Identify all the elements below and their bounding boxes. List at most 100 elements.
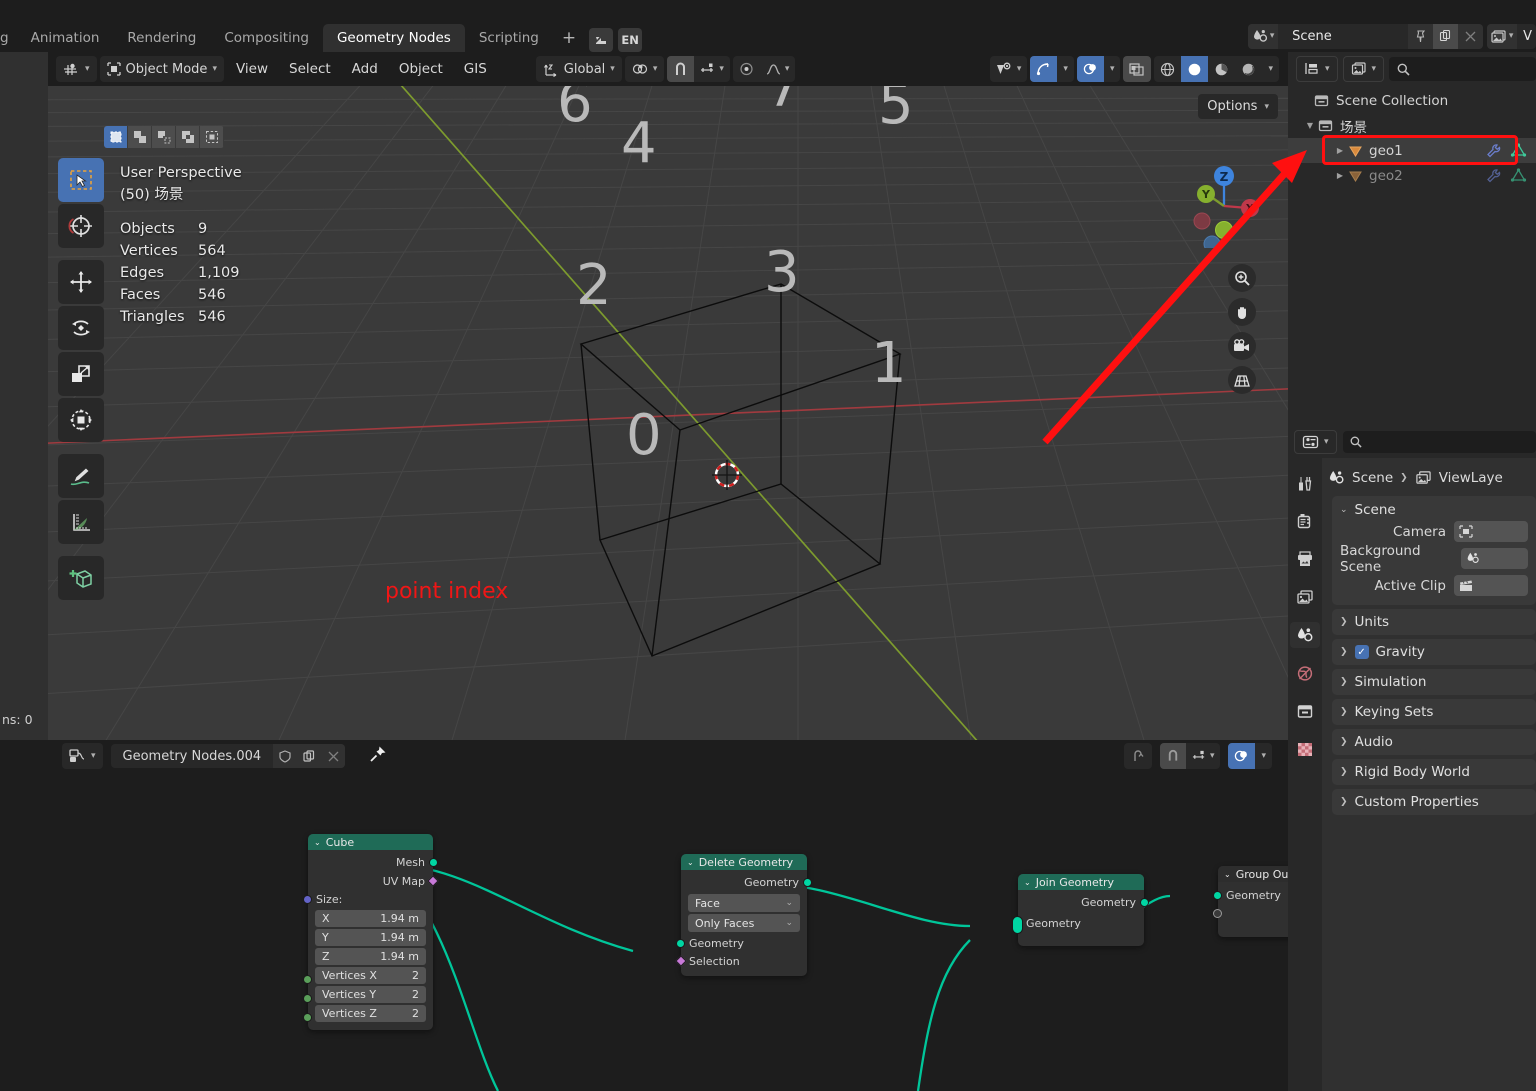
- socket-geometry-out-icon[interactable]: [803, 878, 812, 887]
- menu-add[interactable]: Add: [343, 56, 387, 82]
- properties-search-input[interactable]: [1342, 431, 1536, 453]
- chevron-right-icon[interactable]: ❯: [1340, 677, 1348, 687]
- select-mode-invert[interactable]: [176, 126, 200, 148]
- socket-mesh-icon[interactable]: [429, 858, 438, 867]
- chevron-right-icon[interactable]: ❯: [1340, 767, 1348, 777]
- node-snap-target-dropdown[interactable]: ▾: [1186, 743, 1221, 769]
- tool-annotate[interactable]: [58, 454, 104, 498]
- snap-target-dropdown[interactable]: ▾: [694, 56, 730, 82]
- select-mode-difference[interactable]: [200, 126, 224, 148]
- proportional-falloff-dropdown[interactable]: ▾: [760, 56, 796, 82]
- snap-toggle[interactable]: [667, 56, 695, 82]
- panel-simulation[interactable]: ❯ Simulation: [1332, 669, 1536, 695]
- node-output-geometry[interactable]: Geometry: [1018, 893, 1149, 912]
- field-size-z[interactable]: Z 1.94 m: [315, 948, 426, 965]
- node-editor-type-button[interactable]: ▾: [62, 743, 103, 769]
- node-group-output[interactable]: ⌄ Group Output Geometry: [1213, 866, 1288, 937]
- node-output-uvmap[interactable]: UV Map: [308, 872, 439, 891]
- socket-selection-icon[interactable]: [675, 955, 687, 967]
- properties-editor-type-button[interactable]: ▾: [1294, 430, 1337, 454]
- node-input-geometry[interactable]: Geometry: [1213, 885, 1288, 905]
- camera-field[interactable]: [1454, 521, 1528, 542]
- pan-hand-icon[interactable]: [1228, 298, 1256, 326]
- chevron-down-icon[interactable]: ⌄: [314, 838, 321, 847]
- socket-geometry-in-icon[interactable]: [1213, 891, 1222, 900]
- parent-node-tree-button[interactable]: [1123, 743, 1152, 769]
- tab-scene[interactable]: [1290, 622, 1320, 648]
- tool-cursor[interactable]: [58, 204, 104, 248]
- tool-move[interactable]: [58, 260, 104, 304]
- chevron-right-icon[interactable]: ❯: [1340, 737, 1348, 747]
- tab-output[interactable]: [1290, 546, 1320, 572]
- workspace-tab-geometry-nodes[interactable]: Geometry Nodes: [322, 24, 465, 52]
- chevron-down-icon[interactable]: ⌄: [1340, 505, 1348, 515]
- node-canvas[interactable]: ⌄ Cube Mesh UV Map Size: X 1.94 m Y 1.94…: [48, 772, 1288, 1091]
- transform-orientation-dropdown[interactable]: Global ▾: [535, 56, 622, 82]
- pivot-point-dropdown[interactable]: ▾: [624, 56, 665, 82]
- xray-toggle[interactable]: [1123, 56, 1152, 82]
- outliner-row-geo2[interactable]: ▶ geo2: [1288, 163, 1536, 188]
- workspace-tab-scripting[interactable]: Scripting: [465, 24, 553, 52]
- menu-gis[interactable]: GIS: [455, 56, 496, 82]
- socket-size-icon[interactable]: [303, 895, 312, 904]
- node-input-geometry[interactable]: Geometry: [676, 934, 807, 952]
- tool-measure[interactable]: [58, 500, 104, 544]
- dropdown-mode[interactable]: Only Faces ⌄: [688, 914, 800, 932]
- pin-icon[interactable]: [1408, 23, 1434, 49]
- tool-select-box[interactable]: [58, 158, 104, 202]
- disclosure-triangle-icon[interactable]: ▶: [1332, 171, 1348, 180]
- add-workspace-button[interactable]: +: [553, 24, 585, 52]
- scene-selector[interactable]: ▾ Scene: [1248, 23, 1484, 49]
- panel-header-scene[interactable]: ⌄ Scene: [1340, 502, 1528, 518]
- view-axis-gizmo[interactable]: Z Y X: [1182, 164, 1266, 248]
- overlays-dropdown[interactable]: ▾: [1104, 56, 1121, 82]
- socket-empty-icon[interactable]: [1213, 909, 1222, 918]
- new-scene-button[interactable]: [1433, 23, 1459, 49]
- viewlayer-name[interactable]: V: [1517, 29, 1536, 44]
- breadcrumb-viewlayer[interactable]: ViewLaye: [1439, 470, 1503, 486]
- tab-render[interactable]: [1290, 508, 1320, 534]
- node-header-delete-geometry[interactable]: ⌄ Delete Geometry: [681, 854, 807, 870]
- menu-object[interactable]: Object: [390, 56, 452, 82]
- show-overlays-toggle[interactable]: [1076, 56, 1104, 82]
- tool-rotate[interactable]: [58, 306, 104, 350]
- field-vertices-y[interactable]: Vertices Y 2: [315, 986, 426, 1003]
- shading-solid-button[interactable]: [1181, 56, 1209, 82]
- language-badge[interactable]: EN: [618, 28, 643, 52]
- tab-collection[interactable]: [1290, 698, 1320, 724]
- menu-select[interactable]: Select: [280, 56, 340, 82]
- panel-keying-sets[interactable]: ❯ Keying Sets: [1332, 699, 1536, 725]
- chevron-right-icon[interactable]: ❯: [1340, 647, 1348, 657]
- chevron-down-icon[interactable]: ⌄: [687, 858, 694, 867]
- workspace-tab-compositing[interactable]: Compositing: [210, 24, 323, 52]
- fake-user-shield-icon[interactable]: [273, 744, 298, 768]
- gravity-checkbox[interactable]: ✓: [1354, 645, 1369, 659]
- node-input-empty[interactable]: [1213, 905, 1288, 923]
- panel-audio[interactable]: ❯ Audio: [1332, 729, 1536, 755]
- field-vertices-x[interactable]: Vertices X 2: [315, 967, 426, 984]
- socket-uvmap-icon[interactable]: [427, 875, 439, 887]
- node-cube[interactable]: ⌄ Cube Mesh UV Map Size: X 1.94 m Y 1.94…: [303, 834, 439, 1030]
- panel-gravity[interactable]: ❯ ✓ Gravity: [1332, 639, 1536, 665]
- shading-dropdown[interactable]: ▾: [1262, 56, 1279, 82]
- node-header-join-geometry[interactable]: ⌄ Join Geometry: [1018, 874, 1144, 890]
- field-vertices-z[interactable]: Vertices Z 2: [315, 1005, 426, 1022]
- socket-vertices-z-icon[interactable]: [303, 1013, 312, 1022]
- editor-type-button[interactable]: ▾: [56, 56, 97, 82]
- tab-tool[interactable]: [1290, 470, 1320, 496]
- node-input-selection[interactable]: Selection: [675, 952, 807, 970]
- node-show-overlays-toggle[interactable]: [1228, 743, 1256, 769]
- node-delete-geometry[interactable]: ⌄ Delete Geometry Geometry Face ⌄ Only F…: [675, 854, 812, 976]
- select-mode-set[interactable]: [104, 126, 128, 148]
- tab-texture[interactable]: [1290, 736, 1320, 762]
- tool-add-cube[interactable]: [58, 556, 104, 600]
- object-visibility-icon[interactable]: ▾: [990, 56, 1028, 82]
- viewport-options-button[interactable]: Options ▾: [1198, 94, 1278, 119]
- breadcrumb-scene[interactable]: Scene: [1352, 470, 1393, 486]
- workspace-tab-animation[interactable]: Animation: [17, 24, 114, 52]
- active-clip-field[interactable]: [1454, 575, 1528, 596]
- gizmo-dropdown[interactable]: ▾: [1057, 56, 1074, 82]
- viewlayer-selector[interactable]: ▾ V: [1487, 23, 1536, 49]
- shading-rendered-button[interactable]: [1235, 56, 1262, 82]
- pin-icon[interactable]: [369, 745, 387, 767]
